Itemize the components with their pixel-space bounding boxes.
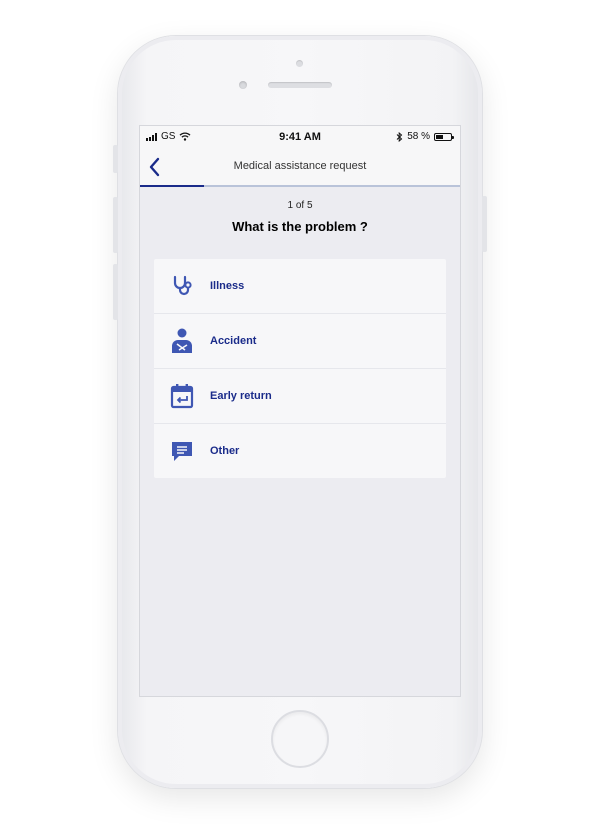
progress-fill xyxy=(140,185,204,187)
options-list: Illness Accident Early return Other xyxy=(154,259,446,478)
power-button xyxy=(482,196,487,252)
step-counter: 1 of 5 xyxy=(287,200,313,211)
mute-switch xyxy=(113,145,118,173)
earpiece-speaker xyxy=(268,82,332,88)
option-label: Accident xyxy=(210,335,257,347)
option-label: Early return xyxy=(210,390,272,402)
injured-person-icon xyxy=(169,328,195,354)
option-accident[interactable]: Accident xyxy=(154,314,446,369)
navigation-bar: Medical assistance request xyxy=(140,148,460,187)
stethoscope-icon xyxy=(169,273,195,299)
app-screen: GS 9:41 AM 58 % Medical assistance reque… xyxy=(140,126,460,696)
volume-down-button xyxy=(113,264,118,320)
progress-track xyxy=(140,185,460,187)
home-button[interactable] xyxy=(271,710,329,768)
option-label: Other xyxy=(210,445,240,457)
chat-bubble-icon xyxy=(169,438,195,464)
battery-level xyxy=(436,134,444,139)
option-label: Illness xyxy=(210,280,245,292)
battery-percent: 58 % xyxy=(407,131,430,142)
volume-up-button xyxy=(113,197,118,253)
option-early-return[interactable]: Early return xyxy=(154,369,446,424)
proximity-sensor xyxy=(296,60,303,67)
nav-title: Medical assistance request xyxy=(233,160,367,172)
front-camera xyxy=(239,81,247,89)
option-other[interactable]: Other xyxy=(154,424,446,478)
bluetooth-icon xyxy=(396,131,403,142)
option-illness[interactable]: Illness xyxy=(154,259,446,314)
status-bar: GS 9:41 AM 58 % xyxy=(140,126,460,148)
battery-icon xyxy=(434,132,454,141)
status-right: 58 % xyxy=(396,131,454,142)
calendar-return-icon xyxy=(169,383,195,409)
question-title: What is the problem ? xyxy=(232,219,368,234)
